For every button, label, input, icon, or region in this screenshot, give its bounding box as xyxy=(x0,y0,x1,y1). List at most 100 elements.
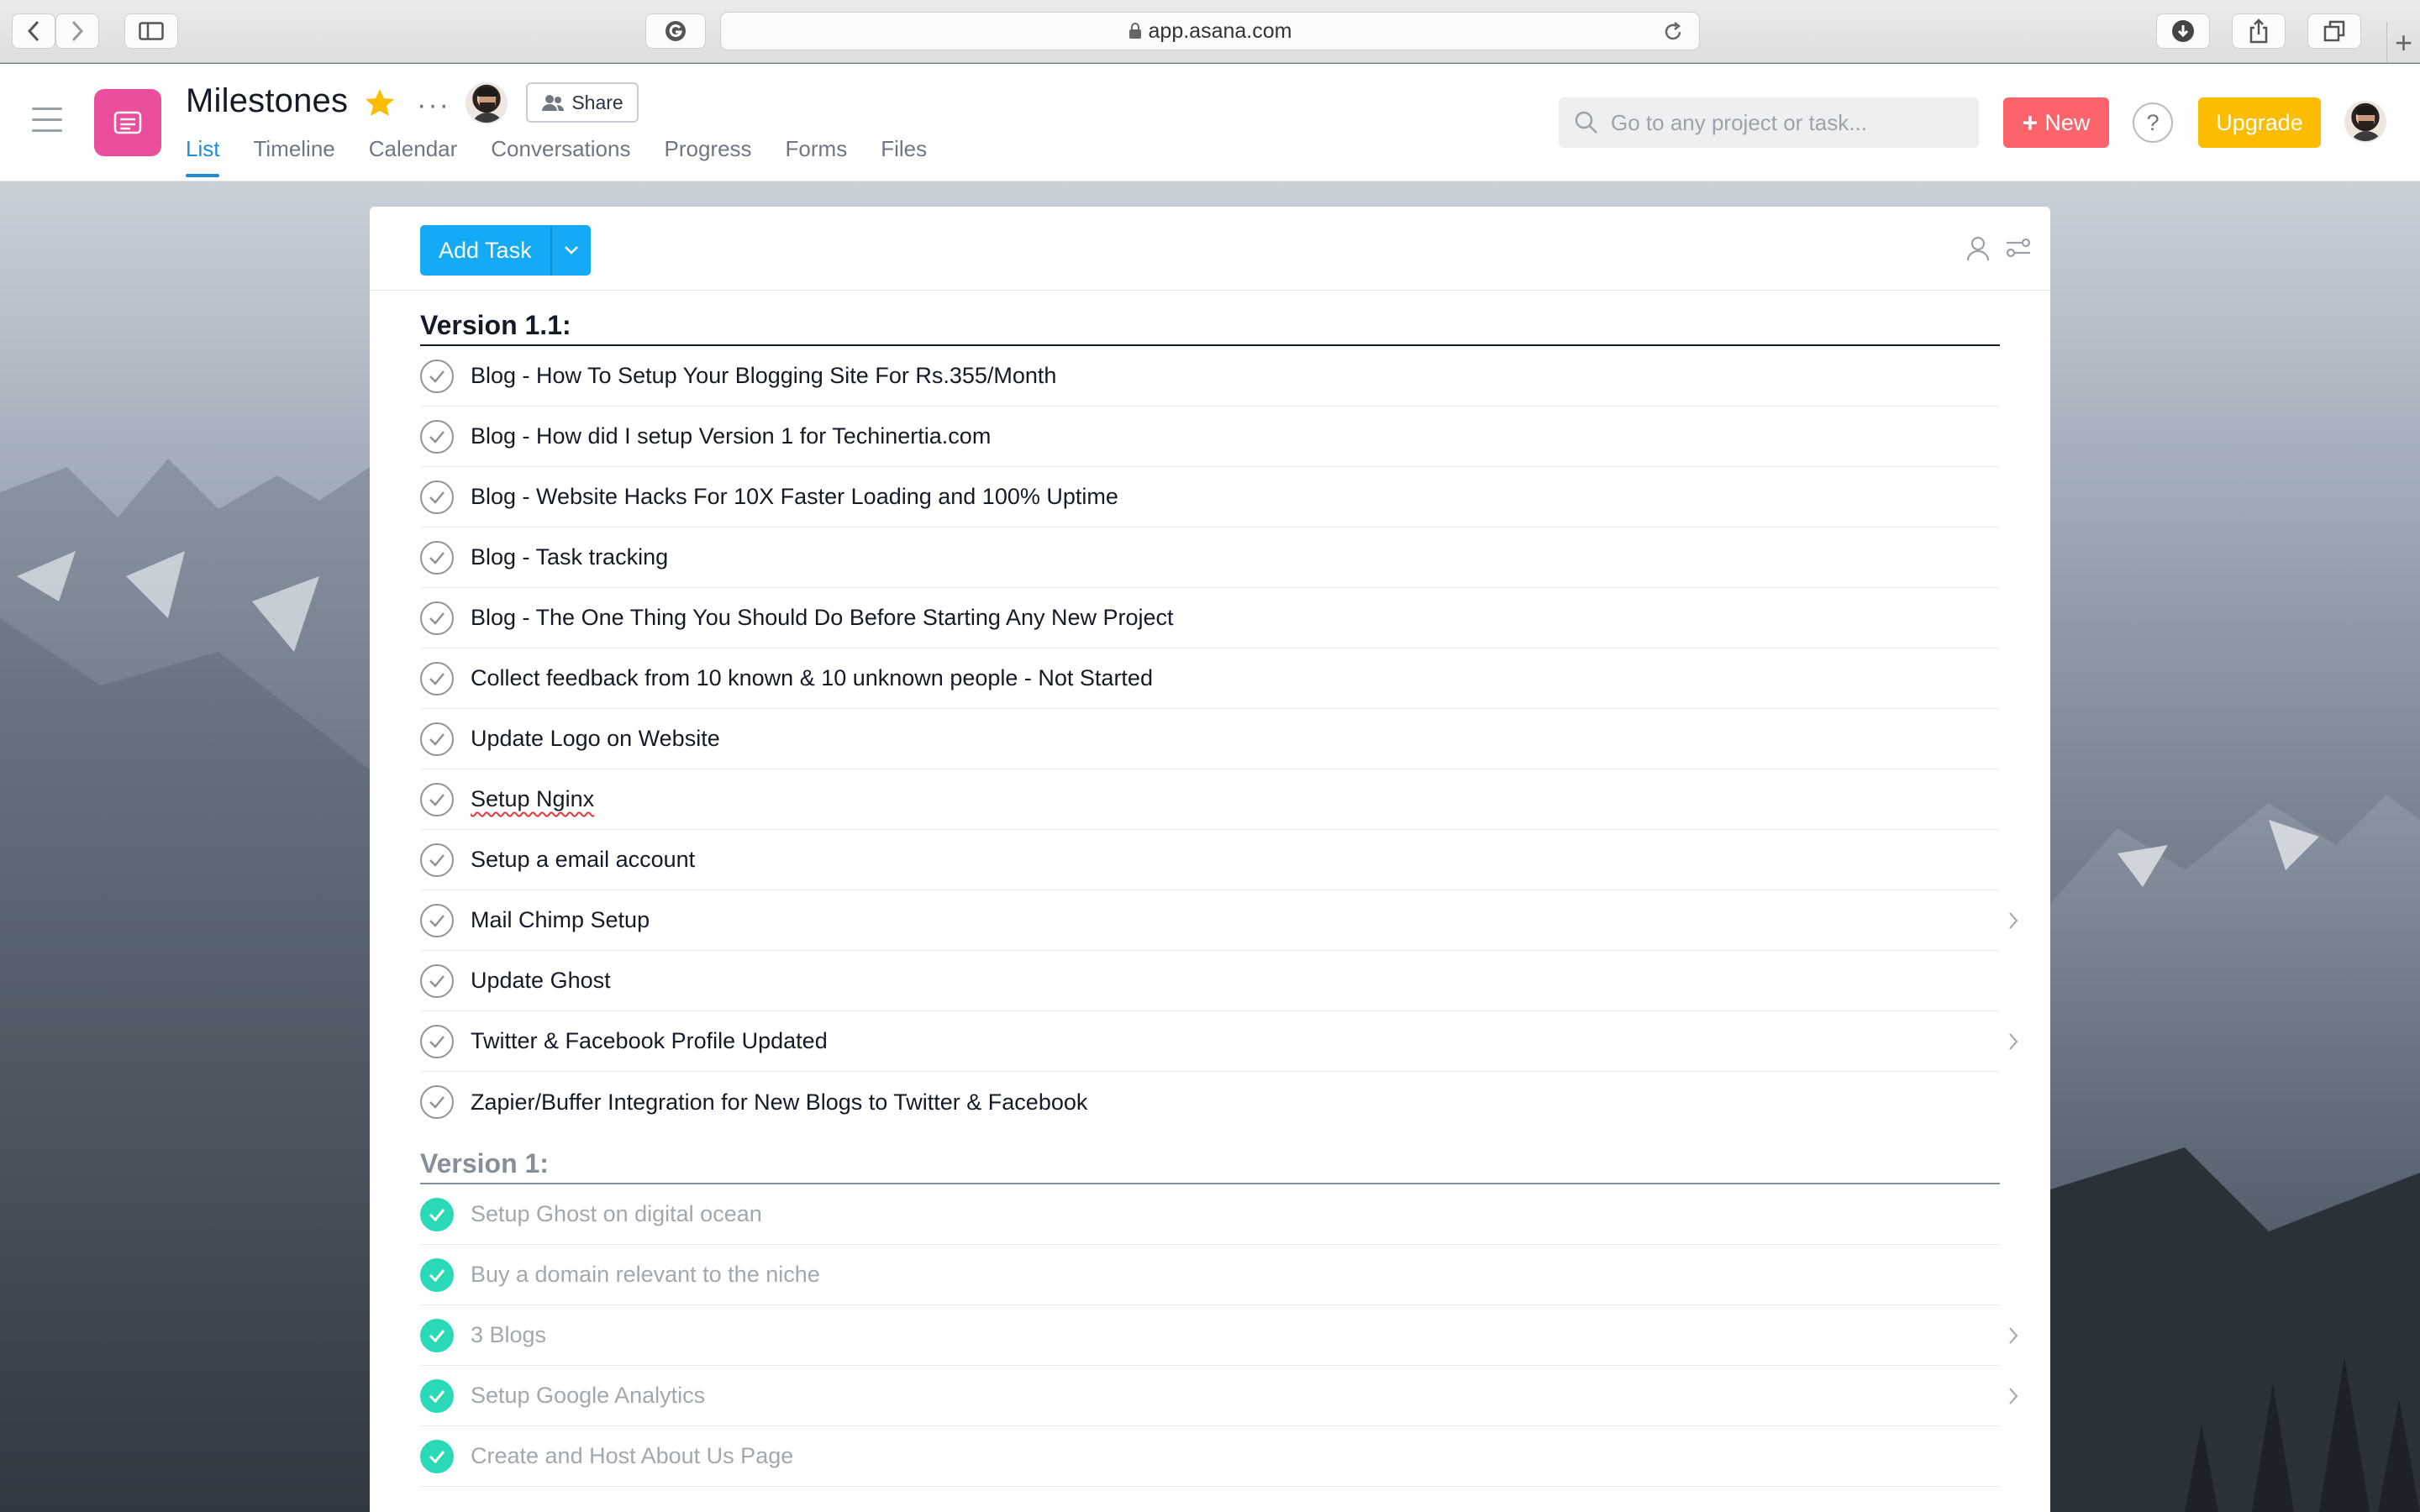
tab-calendar[interactable]: Calendar xyxy=(369,136,458,177)
share-label: Share xyxy=(571,91,623,113)
task-name[interactable]: Setup a email account xyxy=(471,847,695,873)
task-name[interactable]: 3 Blogs xyxy=(471,1322,546,1348)
tabs-overview-button[interactable] xyxy=(2307,13,2361,49)
tab-progress[interactable]: Progress xyxy=(664,136,751,177)
task-name[interactable]: Blog - Website Hacks For 10X Faster Load… xyxy=(471,484,1118,510)
task-row[interactable]: Blog - Website Hacks For 10X Faster Load… xyxy=(420,467,2000,528)
task-row[interactable]: Blog - The One Thing You Should Do Befor… xyxy=(420,588,2000,648)
person-icon[interactable] xyxy=(1966,235,1990,262)
complete-task-button[interactable] xyxy=(420,1378,454,1413)
complete-task-button[interactable] xyxy=(420,1024,454,1058)
task-name[interactable]: Update Logo on Website xyxy=(471,726,720,752)
upgrade-button[interactable]: Upgrade xyxy=(2198,97,2321,148)
complete-task-button[interactable] xyxy=(420,419,454,454)
user-avatar[interactable] xyxy=(2344,101,2386,143)
new-tab-button[interactable]: + xyxy=(2386,22,2420,63)
address-bar[interactable]: app.asana.com xyxy=(720,12,1700,50)
forward-button[interactable] xyxy=(55,13,99,49)
task-name[interactable]: Mail Chimp Setup xyxy=(471,907,650,933)
downloads-button[interactable] xyxy=(2156,13,2210,49)
task-row[interactable]: Update Logo on Website xyxy=(420,709,2000,769)
complete-task-button[interactable] xyxy=(420,843,454,877)
task-name[interactable]: Setup Google Analytics xyxy=(471,1383,705,1409)
complete-task-button[interactable] xyxy=(420,1197,454,1231)
grammarly-button[interactable] xyxy=(645,13,706,49)
task-name[interactable]: Update Ghost xyxy=(471,968,611,994)
plus-icon: + xyxy=(2022,107,2039,138)
section-header[interactable]: Version 1.1: xyxy=(420,291,2000,346)
task-row[interactable]: Mail Chimp Setup xyxy=(420,890,2018,951)
task-row[interactable]: Collect feedback from 10 known & 10 unkn… xyxy=(420,648,2000,709)
complete-task-button[interactable] xyxy=(420,601,454,635)
task-name[interactable]: Setup Ghost on digital ocean xyxy=(471,1201,762,1227)
help-button[interactable]: ? xyxy=(2133,102,2173,143)
new-button[interactable]: + New xyxy=(2003,97,2109,148)
task-row[interactable]: Blog - How did I setup Version 1 for Tec… xyxy=(420,407,2000,467)
task-name[interactable]: Zapier/Buffer Integration for New Blogs … xyxy=(471,1089,1087,1116)
download-icon xyxy=(2172,20,2194,42)
task-row[interactable]: Setup Ghost on digital ocean xyxy=(420,1184,2000,1245)
chevron-right-icon[interactable] xyxy=(2007,1385,2020,1407)
complete-task-button[interactable] xyxy=(420,540,454,575)
complete-task-button[interactable] xyxy=(420,480,454,514)
complete-task-button[interactable] xyxy=(420,1257,454,1292)
hamburger-icon[interactable] xyxy=(32,108,62,133)
task-name[interactable]: Create and Host About Us Page xyxy=(471,1443,793,1469)
task-row[interactable]: 3 Blogs xyxy=(420,1305,2018,1366)
tab-list[interactable]: List xyxy=(186,136,220,177)
task-row[interactable]: Buy a domain relevant to the niche xyxy=(420,1245,2000,1305)
share-page-button[interactable] xyxy=(2232,13,2286,49)
complete-task-button[interactable] xyxy=(420,359,454,393)
complete-task-button[interactable] xyxy=(420,782,454,816)
task-row[interactable]: Twitter & Facebook Profile Updated xyxy=(420,1011,2018,1072)
check-icon xyxy=(429,491,445,504)
search-icon xyxy=(1575,111,1597,134)
task-name[interactable]: Blog - The One Thing You Should Do Befor… xyxy=(471,605,1174,631)
sidebar-toggle-button[interactable] xyxy=(124,13,178,49)
more-icon[interactable]: ··· xyxy=(417,89,450,122)
task-row[interactable]: Setup Google Analytics xyxy=(420,1366,2018,1426)
chevron-right-icon[interactable] xyxy=(2007,1325,2020,1347)
list-icon xyxy=(113,111,142,134)
tab-forms[interactable]: Forms xyxy=(786,136,848,177)
task-name[interactable]: Blog - Task tracking xyxy=(471,544,668,570)
complete-task-button[interactable] xyxy=(420,661,454,696)
section-header[interactable]: Version 1: xyxy=(420,1132,2000,1184)
check-icon xyxy=(429,853,445,867)
task-row[interactable]: Blog - How To Setup Your Blogging Site F… xyxy=(420,346,2000,407)
task-name[interactable]: Blog - How did I setup Version 1 for Tec… xyxy=(471,423,991,449)
task-row[interactable]: Blog - Task tracking xyxy=(420,528,2000,588)
task-row[interactable]: Create and Host About Us Page xyxy=(420,1426,2000,1487)
complete-task-button[interactable] xyxy=(420,903,454,937)
chevron-right-icon[interactable] xyxy=(2007,1031,2020,1053)
add-task-button[interactable]: Add Task xyxy=(420,225,550,276)
task-row[interactable]: Setup a email account xyxy=(420,830,2000,890)
task-name[interactable]: Collect feedback from 10 known & 10 unkn… xyxy=(471,665,1153,691)
complete-task-button[interactable] xyxy=(420,1085,454,1119)
lock-icon xyxy=(1128,23,1141,39)
search-input[interactable]: Go to any project or task... xyxy=(1559,97,1979,148)
share-button[interactable]: Share xyxy=(526,82,639,123)
tab-conversations[interactable]: Conversations xyxy=(491,136,630,177)
star-icon[interactable] xyxy=(364,87,396,118)
complete-task-button[interactable] xyxy=(420,1439,454,1473)
back-button[interactable] xyxy=(12,13,55,49)
reload-icon[interactable] xyxy=(1662,21,1684,43)
chevron-right-icon[interactable] xyxy=(2007,910,2020,932)
check-icon xyxy=(429,1268,445,1282)
add-task-dropdown[interactable] xyxy=(550,225,591,276)
complete-task-button[interactable] xyxy=(420,1318,454,1352)
task-name[interactable]: Twitter & Facebook Profile Updated xyxy=(471,1028,828,1054)
sliders-icon[interactable] xyxy=(2005,235,2032,260)
tab-timeline[interactable]: Timeline xyxy=(253,136,334,177)
task-name[interactable]: Blog - How To Setup Your Blogging Site F… xyxy=(471,363,1056,389)
member-avatar[interactable] xyxy=(466,82,508,124)
complete-task-button[interactable] xyxy=(420,722,454,756)
task-row[interactable]: Update Ghost xyxy=(420,951,2000,1011)
complete-task-button[interactable] xyxy=(420,963,454,998)
task-row[interactable]: Setup Nginx xyxy=(420,769,2000,830)
task-name[interactable]: Buy a domain relevant to the niche xyxy=(471,1262,820,1288)
task-name[interactable]: Setup Nginx xyxy=(471,786,594,812)
tab-files[interactable]: Files xyxy=(881,136,927,177)
task-row[interactable]: Zapier/Buffer Integration for New Blogs … xyxy=(420,1072,2000,1132)
